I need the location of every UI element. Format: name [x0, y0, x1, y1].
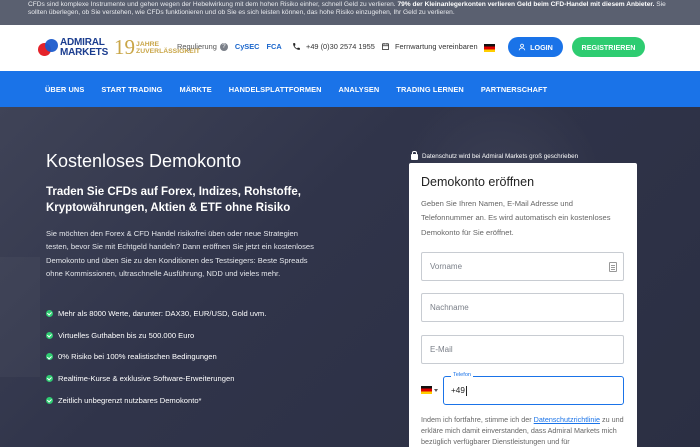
- check-icon: [46, 331, 53, 339]
- risk-warning-banner: CFDs sind komplexe Instrumente und gehen…: [0, 0, 700, 25]
- privacy-note-text: Datenschutz wird bei Admiral Markets gro…: [422, 152, 579, 160]
- register-button[interactable]: REGISTRIEREN: [572, 37, 645, 57]
- last-name-placeholder: Nachname: [430, 303, 469, 312]
- phone-value: +49: [451, 386, 465, 395]
- german-flag-icon: [421, 386, 432, 394]
- background-decoration: [0, 257, 40, 377]
- user-icon: [518, 43, 526, 51]
- form-title: Demokonto eröffnen: [421, 175, 535, 189]
- contact-card-icon: [609, 262, 617, 272]
- nav-item-ueber-uns[interactable]: ÜBER UNS: [45, 85, 84, 94]
- phone-number: +49 (0)30 2574 1955: [306, 42, 375, 51]
- regulator-fca-link[interactable]: FCA: [267, 42, 282, 51]
- regulation-label: Regulierung: [177, 42, 217, 51]
- hero-subtitle: Traden Sie CFDs auf Forex, Indizes, Rohs…: [46, 186, 301, 214]
- check-icon: [46, 396, 53, 404]
- feature-item: Virtuelles Guthaben bis zu 500.000 Euro: [46, 325, 266, 347]
- logo-mark-icon: [38, 38, 58, 58]
- nav-item-maerkte[interactable]: MÄRKTE: [180, 85, 212, 94]
- question-icon[interactable]: ?: [219, 42, 228, 51]
- chevron-down-icon: [434, 388, 438, 392]
- feature-item: 0% Risiko bei 100% realistischen Bedingu…: [46, 346, 266, 368]
- lock-icon: [411, 150, 418, 160]
- country-code-select[interactable]: [421, 386, 438, 394]
- feature-item: Realtime-Kurse & exklusive Software-Erwe…: [46, 368, 266, 390]
- phone-icon: [293, 43, 300, 50]
- hero-description: Sie möchten den Forex & CFD Handel risik…: [46, 229, 314, 278]
- page-title: Kostenloses Demokonto: [46, 151, 242, 171]
- first-name-placeholder: Vorname: [430, 262, 463, 271]
- main-navigation: ÜBER UNS START TRADING MÄRKTE HANDELSPLA…: [0, 71, 700, 107]
- regulator-cysec-link[interactable]: CySEC: [235, 42, 260, 51]
- years-number: 19: [114, 35, 136, 59]
- nav-item-trading-lernen[interactable]: TRADING LERNEN: [396, 85, 464, 94]
- phone-contact[interactable]: +49 (0)30 2574 1955: [292, 42, 375, 51]
- nav-item-partnerschaft[interactable]: PARTNERSCHAFT: [481, 85, 547, 94]
- last-name-input[interactable]: Nachname: [421, 293, 624, 322]
- feature-item: Zeitlich unbegrenzt nutzbares Demokonto*: [46, 389, 266, 411]
- phone-input-group: +49 Telefon: [421, 372, 624, 405]
- check-icon: [46, 353, 53, 361]
- email-placeholder: E-Mail: [430, 345, 453, 354]
- feature-item: Mehr als 8000 Werte, darunter: DAX30, EU…: [46, 303, 266, 325]
- text-cursor: [465, 385, 467, 396]
- check-icon: [46, 375, 53, 383]
- nav-item-start-trading[interactable]: START TRADING: [101, 85, 162, 94]
- remote-support-link[interactable]: Fernwartung vereinbaren: [381, 42, 478, 51]
- feature-list: Mehr als 8000 Werte, darunter: DAX30, EU…: [46, 303, 266, 411]
- risk-text-bold: 79% der Kleinanlegerkonten verlieren Gel…: [397, 1, 655, 8]
- nav-item-analysen[interactable]: ANALYSEN: [339, 85, 380, 94]
- privacy-note: Datenschutz wird bei Admiral Markets gro…: [411, 150, 579, 160]
- calendar-icon: [382, 43, 389, 50]
- regulation-info: Regulierung ? CySEC FCA: [177, 42, 282, 51]
- logo-wordmark: ADMIRAL MARKETS: [60, 36, 109, 58]
- demo-account-form: Demokonto eröffnen Geben Sie Ihren Namen…: [409, 163, 637, 447]
- phone-input[interactable]: +49: [443, 376, 624, 405]
- login-button[interactable]: LOGIN: [508, 37, 563, 57]
- admiral-markets-logo[interactable]: ADMIRAL MARKETS 19 JAHRE ZUVERLÄSSIGKEIT: [38, 37, 200, 58]
- email-input[interactable]: E-Mail: [421, 335, 624, 364]
- remote-support-label: Fernwartung vereinbaren: [395, 42, 478, 51]
- first-name-input[interactable]: Vorname: [421, 252, 624, 281]
- login-label: LOGIN: [530, 42, 553, 52]
- phone-field-label: Telefon: [451, 372, 474, 378]
- hero-section: Kostenloses Demokonto Traden Sie CFDs au…: [0, 107, 700, 447]
- check-icon: [46, 310, 53, 318]
- site-header: ADMIRAL MARKETS 19 JAHRE ZUVERLÄSSIGKEIT…: [0, 25, 700, 71]
- german-flag-icon[interactable]: [484, 44, 495, 52]
- consent-text: Indem ich fortfahre, stimme ich der Date…: [421, 415, 624, 447]
- risk-text-1: CFDs sind komplexe Instrumente und gehen…: [28, 1, 396, 8]
- form-description: Geben Sie Ihren Namen, E-Mail Adresse un…: [421, 199, 611, 237]
- privacy-policy-link[interactable]: Datenschutzrichtlinie: [534, 415, 600, 424]
- nav-item-handelsplattformen[interactable]: HANDELSPLATTFORMEN: [229, 85, 322, 94]
